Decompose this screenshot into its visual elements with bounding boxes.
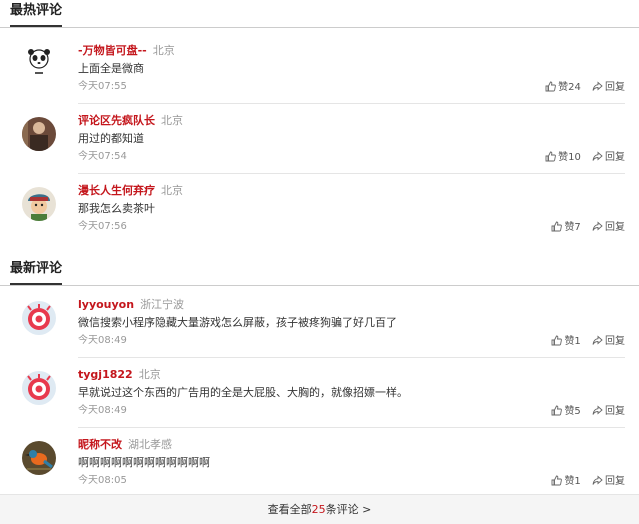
comment-actions: 赞10 回复 <box>537 151 625 164</box>
latest-comments-section: 最新评论 lyyouyon 浙江宁波 微信搜索小程序隐藏大量游戏怎么屏蔽，孩子被疼… <box>0 258 639 498</box>
comment-username[interactable]: 漫长人生何弃疗 北京 <box>78 184 183 198</box>
comment-time: 今天08:49 <box>78 405 127 416</box>
comment-item: -万物皆可盘-- 北京 上面全是微商 今天07:55 赞24 回复 <box>0 34 639 104</box>
like-button[interactable]: 赞1 <box>551 475 581 488</box>
comment-location: 北京 <box>152 44 175 57</box>
reply-arrow-icon <box>592 151 603 161</box>
comment-time: 今天07:55 <box>78 81 127 92</box>
avatar[interactable] <box>22 371 56 405</box>
comment-time: 今天08:05 <box>78 475 127 486</box>
reply-arrow-icon <box>592 405 603 415</box>
weibo-eye-avatar-icon <box>22 371 56 405</box>
reply-button[interactable]: 回复 <box>592 405 625 418</box>
hot-comments-header: 最热评论 <box>0 0 639 28</box>
comment-total-count: 25 <box>311 503 326 516</box>
comment-location: 北京 <box>161 184 183 197</box>
reply-arrow-icon <box>592 81 603 91</box>
like-button[interactable]: 赞24 <box>545 81 581 94</box>
comment-actions: 赞1 回复 <box>543 335 625 348</box>
view-all-suffix: 条评论 > <box>325 503 372 516</box>
comment-text: 上面全是微商 <box>78 62 144 75</box>
thumbs-up-icon <box>551 405 563 416</box>
comment-actions: 赞7 回复 <box>543 221 625 234</box>
comment-location: 北京 <box>138 368 161 381</box>
reply-arrow-icon <box>592 335 603 345</box>
like-button[interactable]: 赞10 <box>545 151 581 164</box>
avatar[interactable] <box>22 117 56 151</box>
bird-avatar-icon <box>22 441 56 475</box>
like-button[interactable]: 赞1 <box>551 335 581 348</box>
comment-text: 早就说过这个东西的广告用的全是大屁股、大胸的，就像招嫖一样。 <box>78 386 408 399</box>
comment-time: 今天07:54 <box>78 151 127 162</box>
thumbs-up-icon <box>545 81 556 92</box>
hot-comments-title: 最热评论 <box>10 2 63 27</box>
comment-username[interactable]: -万物皆可盘-- 北京 <box>78 44 175 58</box>
comment-actions: 赞24 回复 <box>537 81 625 94</box>
view-all-prefix: 查看全部 <box>267 503 312 516</box>
avatar[interactable] <box>22 301 56 335</box>
reply-arrow-icon <box>592 221 603 231</box>
like-button[interactable]: 赞5 <box>551 405 581 418</box>
avatar[interactable] <box>22 187 56 221</box>
comment-username[interactable]: 评论区先疯队长 北京 <box>78 114 183 128</box>
comment-item: 昵称不改 湖北孝感 啊啊啊啊啊啊啊啊啊啊啊啊 今天08:05 赞1 回复 <box>0 428 639 498</box>
avatar[interactable] <box>22 441 56 475</box>
panda-avatar-icon <box>22 45 56 79</box>
comment-item: tygj1822 北京 早就说过这个东西的广告用的全是大屁股、大胸的，就像招嫖一样… <box>0 358 639 428</box>
comment-actions: 赞5 回复 <box>543 405 625 418</box>
comment-item: lyyouyon 浙江宁波 微信搜索小程序隐藏大量游戏怎么屏蔽，孩子被疼狗骗了好几… <box>0 288 639 358</box>
like-button[interactable]: 赞7 <box>551 221 581 234</box>
avatar[interactable] <box>22 45 56 79</box>
cartoon-avatar-icon <box>22 187 56 221</box>
comment-location: 浙江宁波 <box>140 298 185 311</box>
comment-username[interactable]: tygj1822 北京 <box>78 368 161 382</box>
comment-text: 微信搜索小程序隐藏大量游戏怎么屏蔽，孩子被疼狗骗了好几百了 <box>78 316 397 329</box>
view-all-comments-link[interactable]: 查看全部25条评论 > <box>0 494 639 524</box>
thumbs-up-icon <box>551 335 563 346</box>
comment-text: 那我怎么卖茶叶 <box>78 202 155 215</box>
reply-button[interactable]: 回复 <box>592 335 625 348</box>
comment-item: 漫长人生何弃疗 北京 那我怎么卖茶叶 今天07:56 赞7 回复 <box>0 174 639 244</box>
thumbs-up-icon <box>551 475 563 486</box>
latest-comments-header: 最新评论 <box>0 258 639 286</box>
weibo-eye-avatar-icon <box>22 301 56 335</box>
thumbs-up-icon <box>551 221 563 232</box>
comment-text: 啊啊啊啊啊啊啊啊啊啊啊啊 <box>78 456 210 469</box>
reply-button[interactable]: 回复 <box>592 475 625 488</box>
hot-comments-section: 最热评论 -万物皆可盘-- 北京 上面全是微商 今天07:55 赞24 回复 评… <box>0 0 639 244</box>
comment-text: 用过的都知道 <box>78 132 144 145</box>
reply-button[interactable]: 回复 <box>592 151 625 164</box>
comment-time: 今天07:56 <box>78 221 127 232</box>
comment-item: 评论区先疯队长 北京 用过的都知道 今天07:54 赞10 回复 <box>0 104 639 174</box>
comment-location: 北京 <box>161 114 183 127</box>
comment-username[interactable]: lyyouyon 浙江宁波 <box>78 298 184 312</box>
reply-arrow-icon <box>592 475 603 485</box>
thumbs-up-icon <box>545 151 556 162</box>
reply-button[interactable]: 回复 <box>592 221 625 234</box>
comment-location: 湖北孝感 <box>128 438 172 451</box>
photo-avatar-icon <box>22 117 56 151</box>
reply-button[interactable]: 回复 <box>592 81 625 94</box>
comment-username[interactable]: 昵称不改 湖北孝感 <box>78 438 172 452</box>
comment-actions: 赞1 回复 <box>543 475 625 488</box>
latest-comments-title: 最新评论 <box>10 260 63 285</box>
comment-time: 今天08:49 <box>78 335 127 346</box>
